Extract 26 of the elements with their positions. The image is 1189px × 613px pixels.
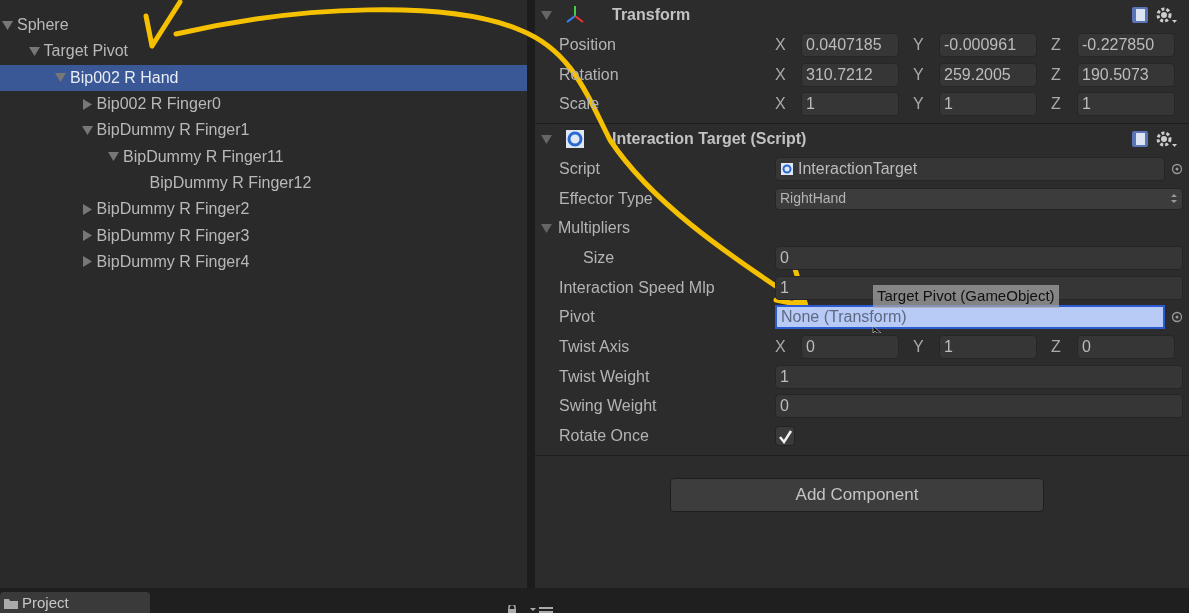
field-label: Size: [583, 247, 615, 268]
axis-label: Y: [913, 64, 925, 85]
axis-label: Z: [1051, 34, 1062, 55]
field-label: Interaction Speed Mlp: [559, 277, 715, 298]
field-label: Position: [559, 34, 616, 55]
axis-label: X: [775, 34, 787, 55]
component-title: Interaction Target (Script): [612, 129, 808, 150]
axis-label: Y: [913, 337, 925, 358]
axis-label: Z: [1051, 94, 1062, 115]
field-label: Swing Weight: [559, 396, 657, 417]
axis-label: Z: [1051, 64, 1062, 85]
axis-label: X: [775, 64, 787, 85]
field-label: Twist Axis: [559, 337, 630, 358]
field-label: Script: [559, 158, 600, 179]
field-label: Twist Weight: [559, 366, 650, 387]
component-title: Transform: [612, 5, 692, 25]
field-label: Effector Type: [559, 188, 653, 209]
axis-label: Z: [1051, 337, 1062, 358]
field-label: Multipliers: [558, 218, 630, 239]
axis-label: X: [775, 94, 787, 115]
drag-preview-tooltip: Target Pivot (GameObject): [873, 285, 1059, 308]
field-label: Pivot: [559, 307, 595, 328]
axis-label: Y: [913, 94, 925, 115]
axis-label: Y: [913, 34, 925, 55]
axis-label: X: [775, 337, 787, 358]
field-label: Rotate Once: [559, 426, 649, 447]
